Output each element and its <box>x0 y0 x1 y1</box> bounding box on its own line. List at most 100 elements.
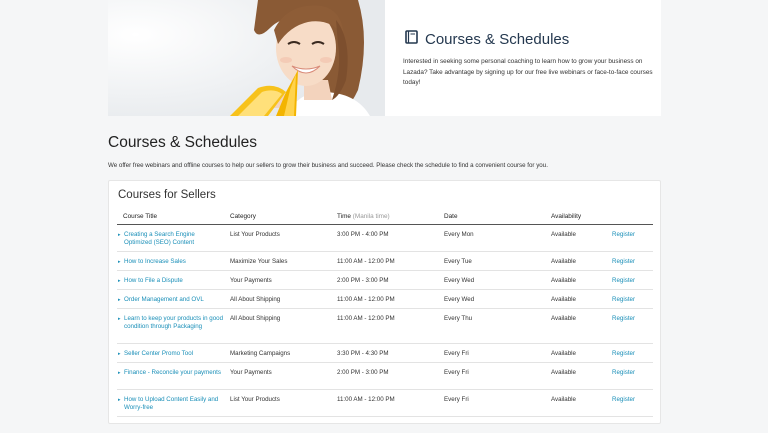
course-date: Every Fri <box>438 389 545 417</box>
chevron-right-icon: ▸ <box>118 296 121 303</box>
register-cell: Register <box>606 270 653 290</box>
course-time: 2:00 PM - 3:00 PM <box>331 362 438 390</box>
course-date: Every Fri <box>438 362 545 390</box>
card-title: Courses for Sellers <box>118 189 216 201</box>
register-link[interactable]: Register <box>612 277 635 284</box>
chevron-right-icon: ▸ <box>118 369 121 376</box>
chevron-right-icon: ▸ <box>118 396 121 403</box>
register-link[interactable]: Register <box>612 231 635 238</box>
header-time-label: Time <box>337 213 351 221</box>
course-date: Every Thu <box>438 308 545 344</box>
hero-description: Interested in seeking some personal coac… <box>403 58 653 86</box>
register-cell: Register <box>606 224 653 252</box>
header-availability: Availability <box>545 210 606 225</box>
table-row: ▸ How to Increase Sales Maximize Your Sale… <box>117 251 653 271</box>
course-availability: Available <box>545 343 606 363</box>
course-title-cell: ▸ How to Upload Content Easily and Worry-… <box>117 389 224 417</box>
register-link[interactable]: Register <box>612 350 635 357</box>
hero-image <box>108 0 385 116</box>
course-time: 3:00 PM - 4:00 PM <box>331 224 438 252</box>
table-row: ▸ Seller Center Promo Tool Marketing Campa… <box>117 343 653 363</box>
course-time: 11:00 AM - 12:00 PM <box>331 289 438 309</box>
course-time: 3:30 PM - 4:30 PM <box>331 343 438 363</box>
course-date: Every Wed <box>438 289 545 309</box>
course-availability: Available <box>545 389 606 417</box>
table-row: ▸ Order Management and OVL All About Shipp… <box>117 289 653 309</box>
course-time: 11:00 AM - 12:00 PM <box>331 251 438 271</box>
course-title-cell: ▸ Finance - Reconcile your payments <box>117 362 224 390</box>
register-link[interactable]: Register <box>612 258 635 265</box>
page-intro: We offer free webinars and offline cours… <box>108 162 548 169</box>
table-row: ▸ How to Upload Content Easily and Worry-… <box>117 389 653 417</box>
header-course-title: Course Title <box>117 210 224 225</box>
hero-title-row: Courses & Schedules <box>405 30 569 49</box>
table-row: ▸ Learn to keep your products in good con… <box>117 308 653 344</box>
course-title-link[interactable]: Order Management and OVL <box>124 296 204 305</box>
course-title-cell: ▸ How to File a Dispute <box>117 270 224 290</box>
course-title-link[interactable]: How to File a Dispute <box>124 277 183 286</box>
header-time-note: (Manila time) <box>352 213 390 221</box>
course-title-link[interactable]: Finance - Reconcile your payments <box>124 369 221 378</box>
table-row: ▸ Finance - Reconcile your payments Your P… <box>117 362 653 390</box>
course-title-link[interactable]: Seller Center Promo Tool <box>124 350 193 359</box>
course-title-link[interactable]: How to Upload Content Easily and Worry-f… <box>124 396 224 413</box>
course-availability: Available <box>545 270 606 290</box>
header-action <box>606 210 653 225</box>
course-title-cell: ▸ How to Increase Sales <box>117 251 224 271</box>
course-category: Your Payments <box>224 362 331 390</box>
course-availability: Available <box>545 362 606 390</box>
register-cell: Register <box>606 362 653 390</box>
course-date: Every Tue <box>438 251 545 271</box>
register-cell: Register <box>606 251 653 271</box>
course-availability: Available <box>545 224 606 252</box>
header-category: Category <box>224 210 331 225</box>
courses-table: Course Title Category Time (Manila time)… <box>117 210 653 417</box>
chevron-right-icon: ▸ <box>118 258 121 265</box>
register-cell: Register <box>606 389 653 417</box>
course-availability: Available <box>545 308 606 344</box>
register-cell: Register <box>606 289 653 309</box>
register-link[interactable]: Register <box>612 315 635 322</box>
book-icon <box>405 30 418 49</box>
course-title-link[interactable]: How to Increase Sales <box>124 258 186 267</box>
course-category: Maximize Your Sales <box>224 251 331 271</box>
register-link[interactable]: Register <box>612 369 635 376</box>
header-date: Date <box>438 210 545 225</box>
course-title-cell: ▸ Creating a Search Engine Optimized (SEO… <box>117 224 224 252</box>
register-link[interactable]: Register <box>612 396 635 403</box>
course-category: Your Payments <box>224 270 331 290</box>
chevron-right-icon: ▸ <box>118 350 121 357</box>
register-cell: Register <box>606 308 653 344</box>
course-category: List Your Products <box>224 389 331 417</box>
hero-info-panel: Courses & Schedules Interested in seekin… <box>385 0 661 116</box>
table-row: ▸ How to File a Dispute Your Payments 2:00 … <box>117 270 653 290</box>
register-link[interactable]: Register <box>612 296 635 303</box>
chevron-right-icon: ▸ <box>118 231 121 238</box>
page-title: Courses & Schedules <box>108 134 258 151</box>
course-availability: Available <box>545 251 606 271</box>
courses-card: Courses for Sellers Course Title Categor… <box>108 180 661 424</box>
course-title-cell: ▸ Order Management and OVL <box>117 289 224 309</box>
hero-title: Courses & Schedules <box>425 31 570 48</box>
course-title-cell: ▸ Learn to keep your products in good con… <box>117 308 224 344</box>
header-time: Time (Manila time) <box>331 210 438 225</box>
register-cell: Register <box>606 343 653 363</box>
course-category: List Your Products <box>224 224 331 252</box>
course-availability: Available <box>545 289 606 309</box>
course-date: Every Wed <box>438 270 545 290</box>
course-time: 11:00 AM - 12:00 PM <box>331 308 438 344</box>
course-title-link[interactable]: Creating a Search Engine Optimized (SEO)… <box>124 231 224 248</box>
course-time: 11:00 AM - 12:00 PM <box>331 389 438 417</box>
table-header-row: Course Title Category Time (Manila time)… <box>117 210 653 225</box>
course-category: Marketing Campaigns <box>224 343 331 363</box>
chevron-right-icon: ▸ <box>118 315 121 322</box>
course-title-cell: ▸ Seller Center Promo Tool <box>117 343 224 363</box>
hero-banner: Courses & Schedules Interested in seekin… <box>108 0 661 116</box>
woman-reading-illustration <box>108 0 385 116</box>
course-category: All About Shipping <box>224 308 331 344</box>
course-title-link[interactable]: Learn to keep your products in good cond… <box>124 315 224 332</box>
course-date: Every Fri <box>438 343 545 363</box>
course-date: Every Mon <box>438 224 545 252</box>
chevron-right-icon: ▸ <box>118 277 121 284</box>
course-time: 2:00 PM - 3:00 PM <box>331 270 438 290</box>
